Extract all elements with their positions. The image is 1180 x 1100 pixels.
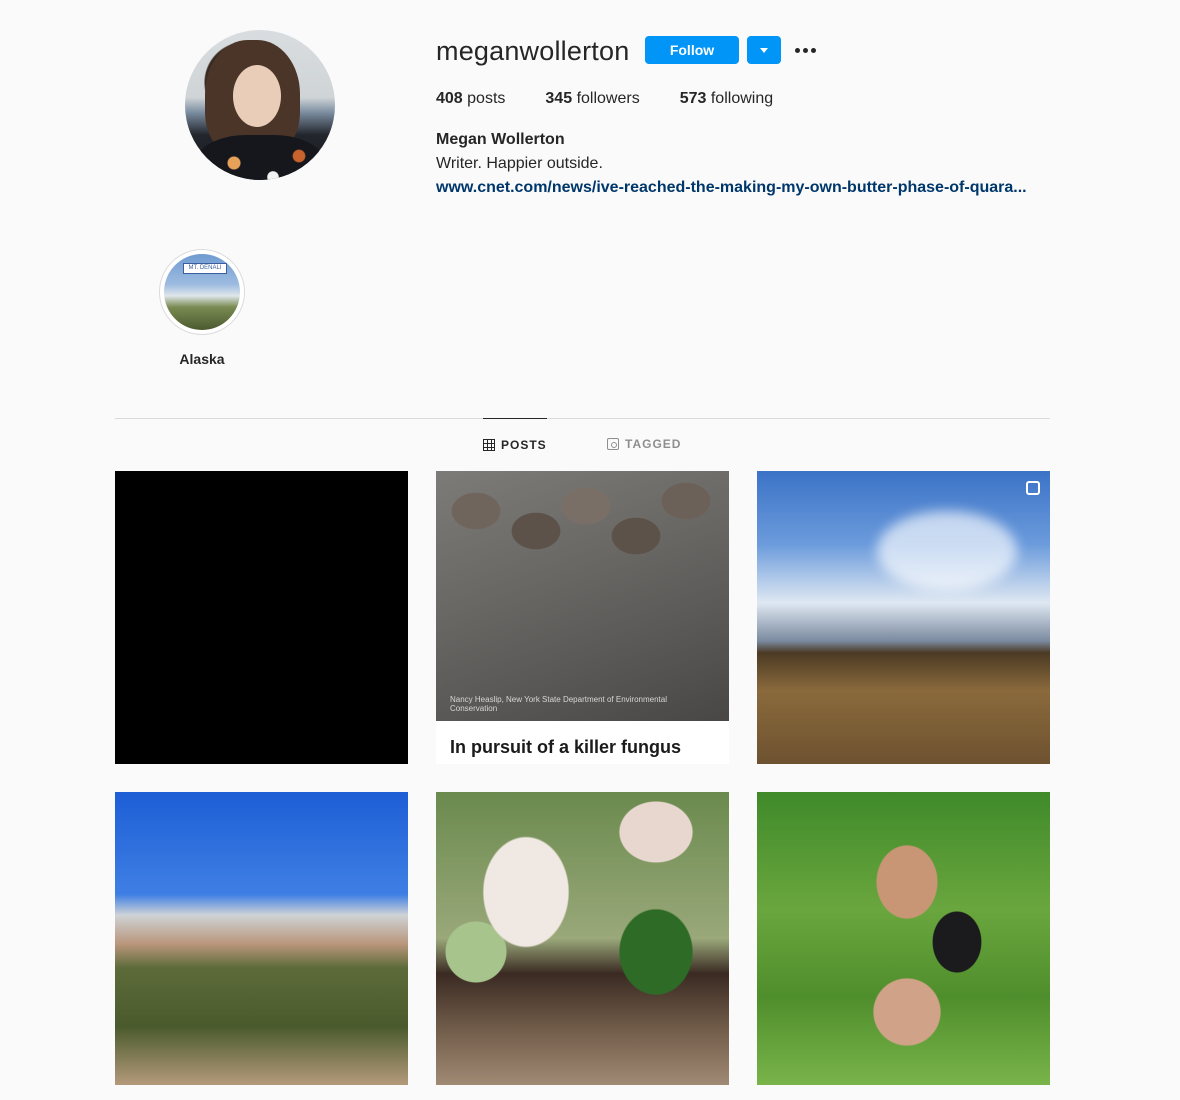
followers-count: 345: [545, 90, 573, 107]
section-divider: [115, 418, 1050, 419]
profile-website-link[interactable]: www.cnet.com/news/ive-reached-the-making…: [436, 179, 1051, 197]
avatar-shirt: [195, 135, 325, 180]
chevron-down-icon: [760, 48, 768, 53]
highlight-ring: MT. DENALI: [159, 249, 245, 335]
more-dot-icon: [803, 48, 808, 53]
post-image-credit: Nancy Heaslip, New York State Department…: [450, 695, 667, 713]
more-dot-icon: [795, 48, 800, 53]
post-tile[interactable]: Nancy Heaslip, New York State Department…: [436, 471, 729, 764]
highlight-sign: MT. DENALI: [183, 263, 227, 274]
tab-tagged-label: TAGGED: [625, 437, 682, 451]
tab-posts-label: POSTS: [501, 437, 547, 452]
post-tile[interactable]: [757, 792, 1050, 1085]
highlight-label: Alaska: [179, 351, 225, 367]
post-image: [436, 471, 729, 721]
followers-label: followers: [576, 90, 640, 107]
posts-count: 408: [436, 90, 463, 107]
tab-posts[interactable]: POSTS: [483, 418, 547, 470]
profile-full-name: Megan Wollerton: [436, 131, 565, 148]
more-options-button[interactable]: [794, 40, 818, 60]
carousel-icon: [1026, 481, 1040, 495]
avatar-face: [233, 65, 281, 127]
followers-stat[interactable]: 345 followers: [545, 90, 639, 108]
post-tile[interactable]: [757, 471, 1050, 764]
profile-username: meganwollerton: [436, 36, 630, 66]
posts-label: posts: [467, 90, 506, 107]
highlight-cover: MT. DENALI: [164, 254, 240, 330]
post-tile[interactable]: [115, 792, 408, 1085]
profile-stats: 408 posts 345 followers 573 following: [436, 90, 813, 108]
story-highlight-alaska[interactable]: MT. DENALI Alaska: [159, 249, 245, 367]
following-stat[interactable]: 573 following: [680, 90, 773, 108]
tab-tagged[interactable]: TAGGED: [607, 418, 681, 470]
following-label: following: [710, 90, 774, 107]
post-tile[interactable]: [115, 471, 408, 764]
grid-icon: [483, 438, 495, 451]
post-image: [877, 511, 1017, 591]
more-dot-icon: [811, 48, 816, 53]
posts-stat: 408 posts: [436, 90, 505, 108]
profile-bio: Writer. Happier outside.: [436, 155, 603, 172]
post-caption: In pursuit of a killer fungus: [450, 737, 682, 757]
tagged-icon: [607, 438, 619, 450]
following-count: 573: [679, 90, 707, 107]
post-tile[interactable]: [436, 792, 729, 1085]
follow-button[interactable]: Follow: [645, 36, 739, 64]
profile-avatar[interactable]: [185, 30, 335, 180]
suggested-dropdown-button[interactable]: [747, 36, 781, 64]
